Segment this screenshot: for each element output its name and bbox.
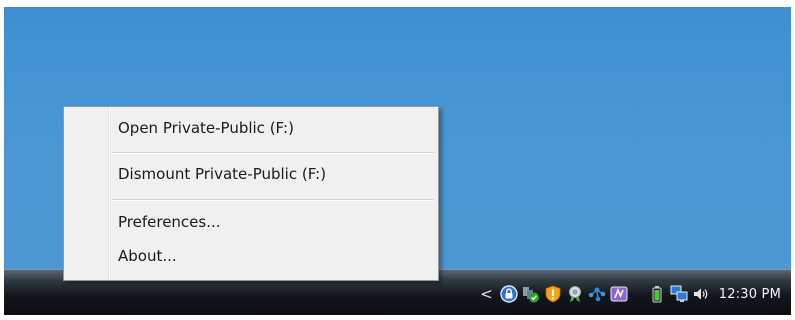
preferences-menu-item[interactable]: Preferences... <box>118 213 221 231</box>
dismount-drive-menu-item[interactable]: Dismount Private-Public (F:) <box>118 165 326 183</box>
tray-context-menu: Open Private-Public (F:) Dismount Privat… <box>63 106 439 281</box>
about-menu-item[interactable]: About... <box>118 247 177 265</box>
network-check-icon[interactable] <box>522 285 540 303</box>
share-network-icon[interactable] <box>588 285 606 303</box>
menu-separator <box>112 152 434 154</box>
encryption-lock-icon[interactable] <box>500 285 518 303</box>
taskbar-clock[interactable]: 12:30 PM <box>719 287 781 302</box>
notification-area: < 12:30 PM <box>480 283 781 305</box>
open-drive-menu-item[interactable]: Open Private-Public (F:) <box>118 119 294 137</box>
security-shield-icon[interactable] <box>544 285 562 303</box>
app-icon[interactable] <box>610 285 628 303</box>
menu-separator <box>112 199 434 201</box>
battery-icon[interactable] <box>648 285 666 303</box>
volume-icon[interactable] <box>692 285 710 303</box>
screenshot-frame: < 12:30 PM Open Private-Public (F:) Dism… <box>4 7 791 315</box>
award-icon[interactable] <box>566 285 584 303</box>
network-monitors-icon[interactable] <box>670 285 688 303</box>
show-hidden-icons-button[interactable]: < <box>480 285 493 303</box>
